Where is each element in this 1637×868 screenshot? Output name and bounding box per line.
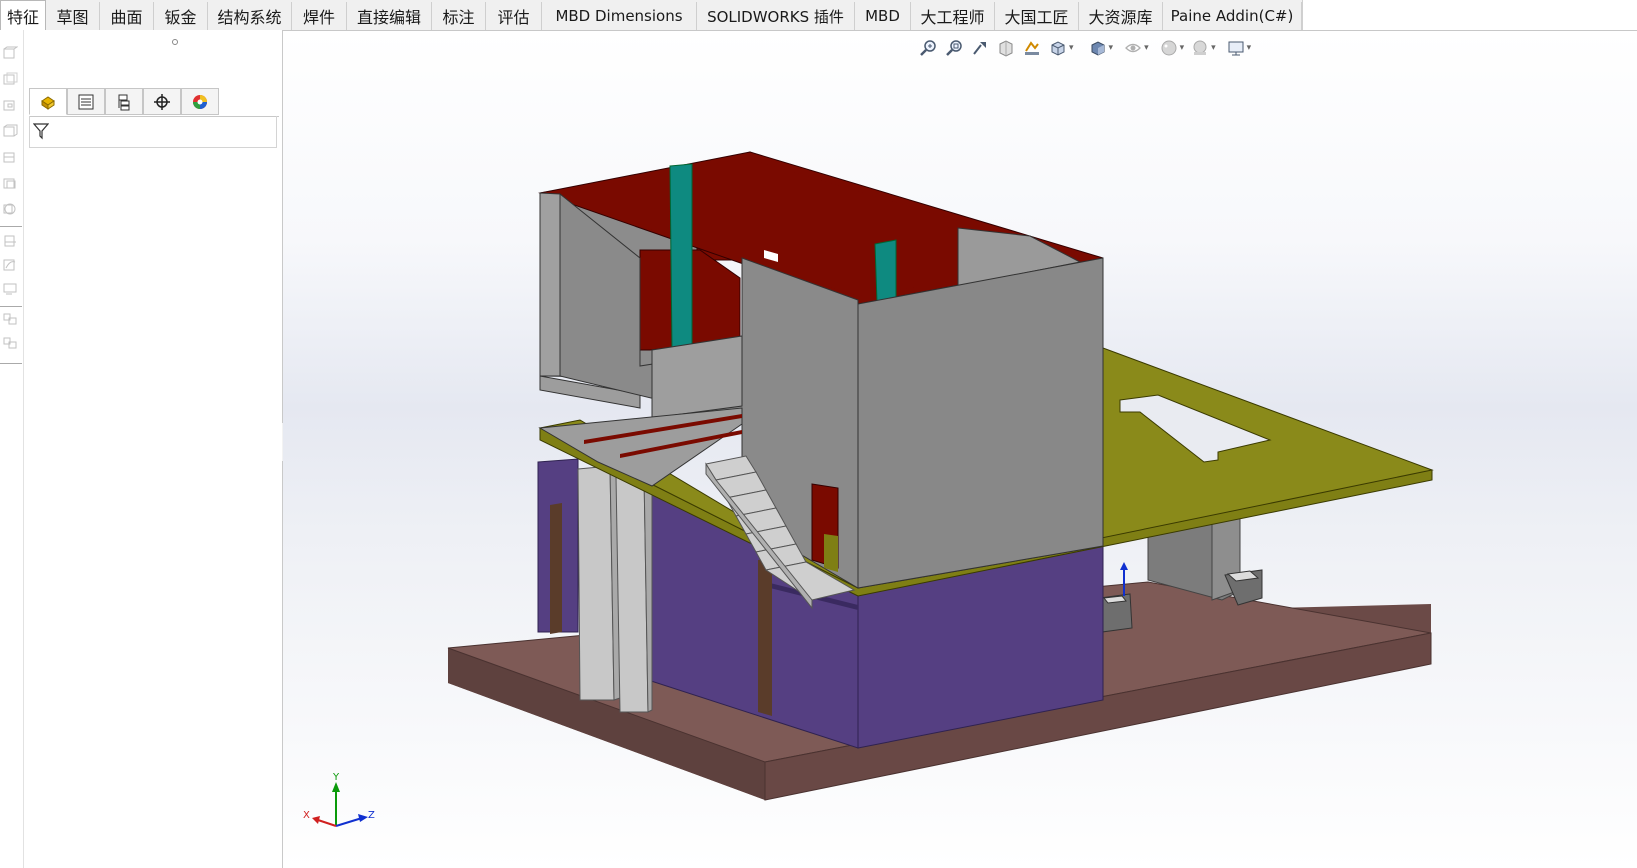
column-brown <box>550 503 562 634</box>
triad-z-label: Z <box>368 810 375 821</box>
triad-x-label: X <box>303 810 310 821</box>
column-white <box>577 465 615 701</box>
wall-corner <box>539 192 561 377</box>
triad-y-label: Y <box>332 772 340 783</box>
column-white <box>615 473 649 713</box>
column-brown <box>758 558 772 716</box>
model-render[interactable]: Y Z X <box>0 0 1637 868</box>
coordinate-triad: Y Z X <box>303 772 375 827</box>
window-teal <box>874 239 897 303</box>
window-teal <box>669 163 693 351</box>
doorway-floor <box>651 335 743 419</box>
upper-wall-front-right <box>857 257 1104 589</box>
small-door-olive <box>824 534 838 572</box>
